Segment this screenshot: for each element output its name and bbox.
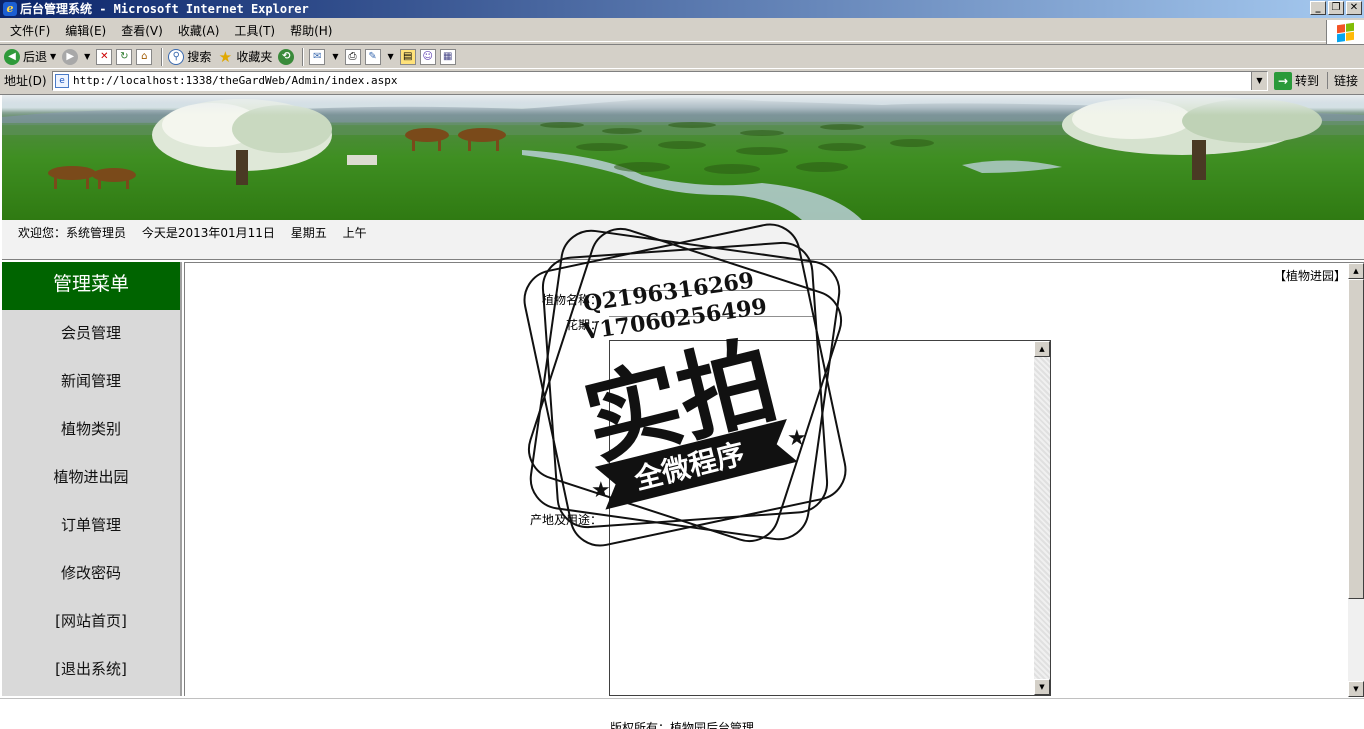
sidebar-item-change-password[interactable]: 修改密码 (2, 550, 180, 598)
sidebar-title: 管理菜单 (2, 262, 180, 310)
favorites-label: 收藏夹 (236, 50, 273, 64)
bloom-period-input[interactable] (609, 297, 813, 317)
search-label: 搜索 (187, 50, 212, 64)
links-button[interactable]: 链接 (1327, 72, 1358, 89)
ie-icon: e (3, 2, 17, 16)
toolbar-separator (161, 47, 164, 66)
browser-window: e 后台管理系统 - Microsoft Internet Explorer _… (0, 0, 1364, 729)
copyright-text: 版权所有：植物园后台管理 (609, 721, 754, 729)
header-banner-image (2, 95, 1364, 220)
back-label: 后退 (23, 50, 48, 64)
address-input[interactable]: e http://localhost:1338/theGardWeb/Admin… (52, 70, 1268, 91)
home-icon[interactable]: ⌂ (136, 48, 153, 65)
forward-arrow-icon: ▶ (62, 48, 79, 65)
sidebar-item-plant-categories[interactable]: 植物类别 (2, 406, 180, 454)
frame-scroll-thumb[interactable] (1348, 279, 1364, 599)
origin-usage-textarea[interactable]: ▲ ▼ (609, 340, 1051, 696)
address-url[interactable]: http://localhost:1338/theGardWeb/Admin/i… (73, 74, 398, 87)
menu-view[interactable]: 查看(V) (115, 22, 169, 39)
welcome-greeting: 欢迎您：系统管理员 (18, 226, 127, 240)
go-arrow-icon: → (1274, 71, 1292, 90)
menu-edit[interactable]: 编辑(E) (59, 22, 112, 39)
stop-icon[interactable]: ✕ (96, 48, 113, 65)
breadcrumb: 【植物进园】 (1273, 269, 1346, 283)
sidebar-item-orders[interactable]: 订单管理 (2, 502, 180, 550)
edit-dropdown-icon: ▼ (387, 52, 394, 61)
discuss-icon[interactable]: ▤ (399, 48, 416, 65)
sidebar-item-plant-inout[interactable]: 植物进出园 (2, 454, 180, 502)
history-icon[interactable]: ⟲ (278, 48, 295, 65)
menu-file[interactable]: 文件(F) (4, 22, 56, 39)
plant-name-input[interactable] (609, 271, 813, 291)
menu-tools[interactable]: 工具(T) (228, 22, 281, 39)
welcome-date: 今天是2013年01月11日 (141, 226, 275, 240)
print-icon[interactable]: ⎙ (344, 48, 361, 65)
window-controls: _ ❐ ✕ (1310, 1, 1362, 15)
welcome-weekday: 星期五 (290, 226, 327, 240)
back-dropdown-icon[interactable]: ▼ (50, 52, 56, 61)
frame-scroll-down-icon[interactable]: ▼ (1348, 681, 1364, 697)
go-button[interactable]: → 转到 (1274, 71, 1320, 90)
windows-logo-icon (1326, 20, 1364, 44)
welcome-bar: 欢迎您：系统管理员 今天是2013年01月11日 星期五 上午 (2, 220, 1364, 260)
frame-scrollbar[interactable]: ▲ ▼ (1348, 263, 1364, 697)
forward-dropdown-icon[interactable]: ▼ (84, 52, 90, 61)
bloom-period-label: 花期： (566, 318, 603, 332)
menu-help[interactable]: 帮助(H) (284, 22, 338, 39)
scroll-up-icon[interactable]: ▲ (1034, 341, 1050, 357)
window-title: 后台管理系统 - Microsoft Internet Explorer (20, 2, 309, 16)
back-button[interactable]: ◀ 后退 ▼ (4, 48, 56, 65)
mail-button[interactable]: ✉ ▼ (309, 48, 339, 65)
forward-button[interactable]: ▶ ▼ (62, 48, 90, 65)
maximize-button[interactable]: ❐ (1328, 1, 1344, 15)
title-bar: e 后台管理系统 - Microsoft Internet Explorer _… (0, 0, 1364, 18)
admin-sidebar: 管理菜单 会员管理 新闻管理 植物类别 植物进出园 订单管理 修改密码 [网站首… (2, 262, 182, 696)
welcome-period: 上午 (342, 226, 367, 240)
search-icon: ⚲ (168, 48, 185, 65)
toolbar-separator (302, 47, 305, 66)
toolbar: ◀ 后退 ▼ ▶ ▼ ✕ ↻ ⌂ ⚲ 搜索 ★ 收藏夹 ⟲ ✉ ▼ ⎙ ✎ ▼ (0, 44, 1364, 68)
sidebar-item-logout[interactable]: [退出系统] (2, 646, 180, 694)
textarea-scrollbar[interactable] (1034, 341, 1050, 695)
plant-name-label: 植物名称： (542, 293, 603, 307)
page-viewport: 欢迎您：系统管理员 今天是2013年01月11日 星期五 上午 管理菜单 会员管… (0, 94, 1364, 729)
origin-usage-label: 产地及用途： (530, 513, 603, 527)
edit-icon: ✎ (364, 48, 381, 65)
close-button[interactable]: ✕ (1346, 1, 1362, 15)
address-dropdown-icon[interactable]: ▼ (1251, 71, 1267, 90)
main-content-frame: 【植物进园】 植物名称： 花期： 产地及用途： ▲ ▼ ▲ ▼ (184, 262, 1364, 697)
scroll-down-icon[interactable]: ▼ (1034, 679, 1050, 695)
address-bar: 地址(D) e http://localhost:1338/theGardWeb… (0, 68, 1364, 92)
page-icon: e (55, 73, 69, 88)
sidebar-item-site-home[interactable]: [网站首页] (2, 598, 180, 646)
minimize-button[interactable]: _ (1310, 1, 1326, 15)
menu-favorites[interactable]: 收藏(A) (172, 22, 226, 39)
back-arrow-icon: ◀ (4, 48, 20, 65)
mail-icon: ✉ (309, 48, 326, 65)
favorites-button[interactable]: ★ 收藏夹 (217, 47, 273, 66)
edit-button[interactable]: ✎ ▼ (364, 48, 394, 65)
refresh-icon[interactable]: ↻ (116, 48, 133, 65)
mail-dropdown-icon: ▼ (332, 52, 339, 61)
messenger-icon[interactable]: ☺ (419, 48, 436, 65)
page-footer: 版权所有：植物园后台管理 (0, 698, 1364, 729)
sidebar-item-news[interactable]: 新闻管理 (2, 358, 180, 406)
star-icon: ★ (218, 47, 233, 66)
research-icon[interactable]: ▦ (439, 48, 456, 65)
sidebar-item-members[interactable]: 会员管理 (2, 310, 180, 358)
go-label: 转到 (1295, 74, 1320, 88)
frame-scroll-up-icon[interactable]: ▲ (1348, 263, 1364, 279)
address-label: 地址(D) (4, 74, 47, 88)
search-button[interactable]: ⚲ 搜索 (168, 48, 211, 65)
menu-bar: 文件(F) 编辑(E) 查看(V) 收藏(A) 工具(T) 帮助(H) (0, 20, 1364, 42)
